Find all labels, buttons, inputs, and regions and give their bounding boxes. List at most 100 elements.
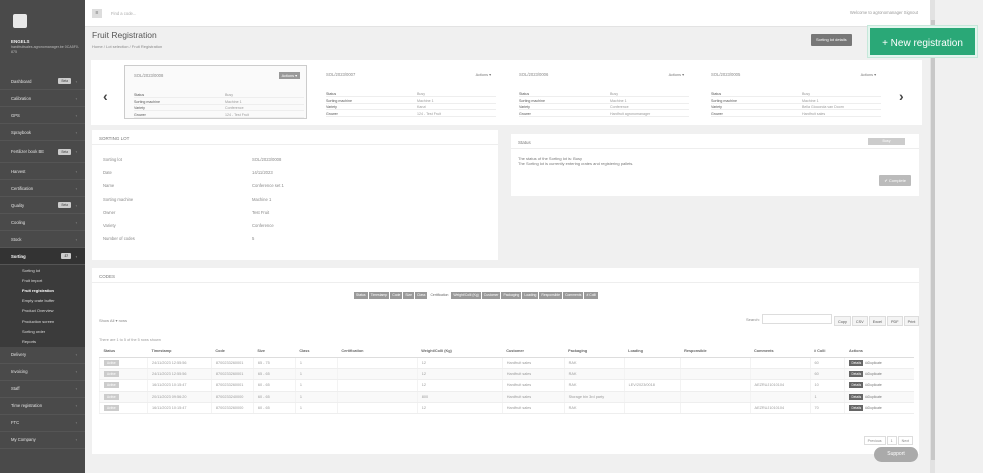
sidebar-item-gps[interactable]: GPS ‹ xyxy=(0,107,85,124)
chevron-left-icon: ‹ xyxy=(75,437,77,442)
details-button[interactable]: Details xyxy=(849,405,864,412)
pagination-1[interactable]: 1 xyxy=(886,436,897,445)
rows-per-page-select[interactable]: Show All ▾ rows xyxy=(99,318,127,323)
column-header[interactable]: Comments xyxy=(750,346,811,358)
sidebar-item-ftc[interactable]: FTC ‹ xyxy=(0,415,85,432)
card-actions-dropdown[interactable]: Actions ▾ xyxy=(666,71,687,78)
welcome-signout[interactable]: Welcome to agronomanager Signout xyxy=(850,10,918,15)
column-header[interactable]: Loading xyxy=(624,346,681,358)
column-toggle-button[interactable]: Timestamp xyxy=(368,292,390,299)
sorting-lot-card[interactable]: SOL/2023/0008 Actions ▾ Status Busy Sorting … xyxy=(124,65,307,119)
sidebar-subitem-sorting-order[interactable]: Sorting order xyxy=(0,326,85,337)
sidebar-subitem-empty-crate-buffer[interactable]: Empty crate buffer xyxy=(0,295,85,306)
pagination-next[interactable]: Next xyxy=(897,436,913,445)
sidebar-item-quality[interactable]: Quality Beta ‹ xyxy=(0,197,85,214)
prev-arrow-icon[interactable]: ‹ xyxy=(103,88,108,104)
sidebar-item-time-registration[interactable]: Time registration ‹ xyxy=(0,398,85,415)
export-excel-button[interactable]: Excel xyxy=(868,316,886,326)
sidebar-item-stock[interactable]: Stock ‹ xyxy=(0,231,85,248)
sidebar-item-spraybook[interactable]: Spraybook ‹ xyxy=(0,124,85,141)
column-header[interactable]: Timestamp xyxy=(147,346,212,358)
sidebar-item-dashboard[interactable]: Dashboard Beta ‹ xyxy=(0,73,85,90)
column-header[interactable]: Class xyxy=(295,346,338,358)
column-header[interactable]: # Colli xyxy=(810,346,845,358)
column-toggle-button[interactable]: Certification xyxy=(428,292,451,299)
table-cell xyxy=(336,391,418,404)
table-cell: Active xyxy=(99,379,148,392)
find-code-input[interactable]: Find a code... xyxy=(111,11,136,16)
sidebar-item-invoicing[interactable]: Invoicing ‹ xyxy=(0,364,85,381)
column-header[interactable]: Customer xyxy=(502,346,565,358)
sidebar-item-staff[interactable]: Staff ‹ xyxy=(0,381,85,398)
column-toggle-button[interactable]: Comments xyxy=(563,292,584,299)
sidebar-subitem-reports[interactable]: Reports xyxy=(0,336,85,347)
sorting-lot-card[interactable]: SOL/2023/0007 Actions ▾ Status Busy Sorting … xyxy=(317,65,500,119)
sidebar-item-certification[interactable]: Certification ‹ xyxy=(0,180,85,197)
column-toggle-button[interactable]: Size xyxy=(403,292,414,299)
sidebar-subitem-sorting-lot[interactable]: Sorting lot xyxy=(0,265,85,276)
table-cell: 1 xyxy=(294,402,338,415)
column-toggle-button[interactable]: Loading xyxy=(522,292,539,299)
sorting-lot-card[interactable]: SOL/2023/0005 Actions ▾ Status Busy Sorting … xyxy=(702,65,885,119)
column-toggle-button[interactable]: Responsible xyxy=(539,292,563,299)
duplicate-button[interactable]: ⧉Duplicate xyxy=(865,395,882,399)
sidebar-subitem-fruit-import[interactable]: Fruit import xyxy=(0,275,85,286)
column-header[interactable]: Responsible xyxy=(680,346,751,358)
sidebar-item-sorting[interactable]: Sorting 27 ‹ xyxy=(0,248,85,265)
column-toggle-button[interactable]: Customer xyxy=(481,292,501,299)
column-header[interactable]: Certification xyxy=(337,346,418,358)
details-button[interactable]: Details xyxy=(849,359,864,366)
sidebar-item-my-company[interactable]: My Company ‹ xyxy=(0,432,85,449)
column-header[interactable]: Status xyxy=(99,346,148,358)
column-toggle-button[interactable]: Packaging xyxy=(501,292,522,299)
export-pdf-button[interactable]: PDF xyxy=(886,316,903,326)
duplicate-button[interactable]: ⧉Duplicate xyxy=(865,372,882,376)
column-toggle-button[interactable]: Code xyxy=(390,292,403,299)
details-button[interactable]: Details xyxy=(849,393,864,400)
column-header[interactable]: Weight/Colli (Kg) xyxy=(417,346,503,358)
column-header[interactable]: Packaging xyxy=(564,346,625,358)
card-actions-dropdown[interactable]: Actions ▾ xyxy=(858,71,879,78)
details-button[interactable]: Details xyxy=(849,371,864,378)
sidebar-item-calibration[interactable]: Calibration ‹ xyxy=(0,90,85,107)
export-csv-button[interactable]: CSV xyxy=(851,316,868,326)
sidebar-item-cooling[interactable]: Cooling ‹ xyxy=(0,214,85,231)
chevron-down-icon: ▾ xyxy=(294,74,297,78)
sidebar-item-harvest[interactable]: Harvest ‹ xyxy=(0,163,85,180)
card-actions-dropdown[interactable]: Actions ▾ xyxy=(278,72,300,79)
complete-button[interactable]: ✔ Complete xyxy=(879,175,911,186)
sidebar-subitem-fruit-registration[interactable]: Fruit registration xyxy=(0,285,85,296)
details-button[interactable]: Details xyxy=(849,382,864,389)
sidebar-subitem-product-overview[interactable]: Product Overview xyxy=(0,305,85,316)
new-registration-button[interactable]: + New registration xyxy=(868,26,977,57)
sidebar-item-fertilizer-book-be[interactable]: Fertilizer book BE Beta ‹ xyxy=(0,141,85,163)
pagination: Previous 1 Next xyxy=(863,436,913,445)
column-toggle-button[interactable]: Status xyxy=(354,292,368,299)
column-toggle-button[interactable]: Weight/Colli (Kg) xyxy=(451,292,481,299)
column-toggle-button[interactable]: Class xyxy=(415,292,428,299)
table-cell xyxy=(749,357,811,369)
duplicate-button[interactable]: ⧉Duplicate xyxy=(865,383,882,387)
lot-field-value: Conference xyxy=(252,223,274,228)
sorting-lot-details-button[interactable]: Sorting lot details xyxy=(811,34,852,46)
support-button[interactable]: Support xyxy=(874,447,918,462)
export-copy-button[interactable]: Copy xyxy=(834,316,851,326)
duplicate-button[interactable]: ⧉Duplicate xyxy=(865,361,882,365)
next-arrow-icon[interactable]: › xyxy=(899,88,904,104)
sidebar-subitem-production-screen[interactable]: Production screen xyxy=(0,315,85,327)
pagination-previous[interactable]: Previous xyxy=(863,436,886,445)
breadcrumb[interactable]: Home / Lot selection / Fruit Registratio… xyxy=(92,44,162,49)
search-input[interactable] xyxy=(762,314,832,324)
column-header[interactable]: Code xyxy=(211,346,254,358)
sorting-lot-card[interactable]: SOL/2023/0006 Actions ▾ Status Busy Sorting … xyxy=(510,65,693,119)
column-toggle-button[interactable]: # Colli xyxy=(584,292,598,299)
card-actions-dropdown[interactable]: Actions ▾ xyxy=(473,71,494,78)
export-print-button[interactable]: Print xyxy=(903,316,920,326)
card-field-label: Sorting machine xyxy=(326,98,352,103)
sidebar-item-delivery[interactable]: Delivery ‹ xyxy=(0,347,85,364)
column-header[interactable]: Size xyxy=(253,346,296,358)
column-header[interactable]: Actions xyxy=(844,346,914,358)
duplicate-button[interactable]: ⧉Duplicate xyxy=(865,406,882,410)
scrollbar-thumb[interactable] xyxy=(931,20,935,460)
hamburger-icon[interactable]: ≡ xyxy=(92,9,102,18)
